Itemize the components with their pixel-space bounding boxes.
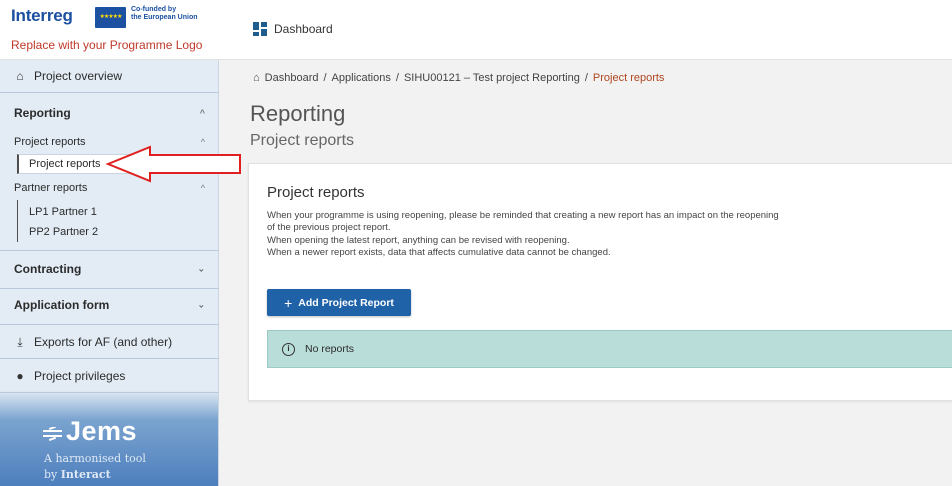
sidebar-item-project-reports[interactable]: Project reports (17, 154, 153, 174)
breadcrumb: ⌂ Dashboard / Applications / SIHU00121 –… (253, 72, 665, 84)
breadcrumb-project[interactable]: SIHU00121 – Test project Reporting (404, 72, 580, 84)
dashboard-icon (253, 22, 267, 36)
sidebar-item-project-privileges[interactable]: ● Project privileges (0, 362, 219, 390)
add-project-report-button[interactable]: + Add Project Report (267, 289, 411, 316)
chevron-up-icon: ^ (200, 137, 205, 147)
jems-logo-text: Jems (66, 416, 138, 446)
logo-placeholder-text: Replace with your Programme Logo (11, 38, 203, 52)
dashboard-label: Dashboard (274, 22, 333, 36)
jems-tagline-by: by Interact (44, 468, 111, 481)
interreg-logo-text: Interreg (11, 6, 73, 25)
eu-flag-icon: ★★★★★ (95, 7, 126, 28)
info-icon: i (282, 342, 295, 356)
card-info-line: of the previous project report. (267, 222, 391, 233)
sidebar-item-partner-pp2[interactable]: PP2 Partner 2 (0, 222, 219, 242)
sidebar-item-exports[interactable]: ⤓ Exports for AF (and other) (0, 328, 219, 356)
users-icon: ● (16, 369, 24, 383)
jems-tagline: A harmonised tool (44, 452, 146, 465)
card-title: Project reports (267, 184, 365, 201)
breadcrumb-applications[interactable]: Applications (332, 72, 391, 84)
plus-icon: + (284, 294, 293, 311)
sidebar-item-label: Project privileges (34, 369, 126, 383)
sidebar-item-partner-lp1[interactable]: LP1 Partner 1 (0, 202, 219, 222)
sidebar-group-partner-reports[interactable]: Partner reports ^ (0, 178, 219, 198)
breadcrumb-dashboard[interactable]: Dashboard (265, 72, 319, 84)
cofunded-label: Co-funded by the European Union (131, 6, 198, 21)
chevron-down-icon: ⌄ (197, 263, 205, 274)
home-icon: ⌂ (16, 69, 24, 83)
no-reports-alert: i No reports (267, 330, 952, 368)
card-info-line: When your programme is using reopening, … (267, 210, 779, 221)
project-reports-card: Project reports When your programme is u… (248, 163, 952, 401)
top-bar: Interreg ★★★★★ Co-funded by the European… (0, 0, 952, 60)
sidebar-item-label: Project overview (34, 69, 123, 83)
sidebar-item-project-overview[interactable]: ⌂ Project overview (0, 60, 219, 92)
home-icon[interactable]: ⌂ (253, 72, 260, 84)
chevron-up-icon: ^ (199, 108, 205, 118)
sidebar-section-reporting[interactable]: Reporting ^ (0, 100, 219, 126)
dashboard-link[interactable]: Dashboard (253, 22, 333, 36)
page-title: Reporting (250, 101, 346, 126)
sidebar-item-label: Exports for AF (and other) (34, 335, 173, 349)
programme-logo[interactable]: Interreg ★★★★★ Co-funded by the European… (0, 0, 220, 60)
breadcrumb-current: Project reports (592, 72, 665, 84)
sidebar-section-application-form[interactable]: Application form ⌄ (0, 292, 219, 318)
chevron-down-icon: ⌄ (197, 299, 205, 310)
card-info-line: When a newer report exists, data that af… (267, 247, 611, 258)
jems-logo-icon (43, 427, 62, 441)
page-subtitle: Project reports (250, 132, 355, 149)
sidebar-group-project-reports[interactable]: Project reports ^ (0, 132, 219, 152)
chevron-up-icon: ^ (200, 183, 205, 193)
alert-message: No reports (305, 343, 355, 355)
card-info-line: When opening the latest report, anything… (267, 235, 570, 246)
sidebar-section-contracting[interactable]: Contracting ⌄ (0, 256, 219, 282)
download-icon: ⤓ (17, 334, 23, 349)
